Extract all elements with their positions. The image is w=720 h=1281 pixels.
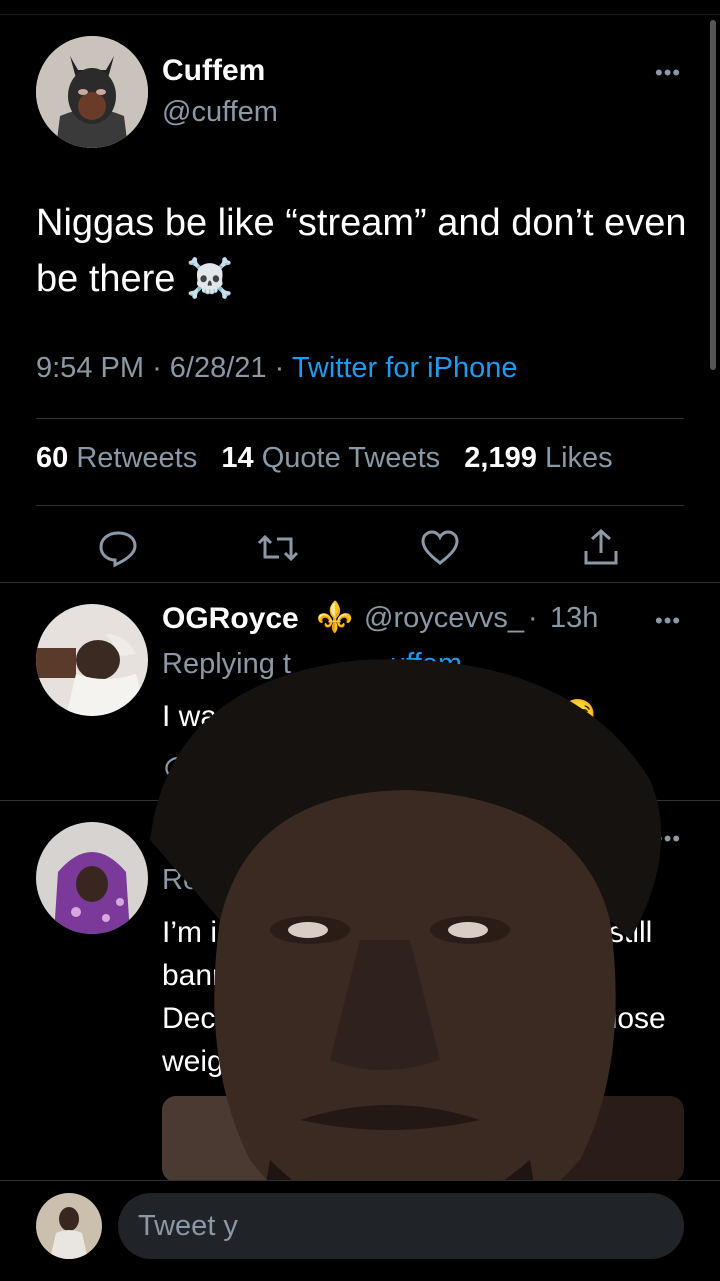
reply-author-name[interactable]: OGRoyce <box>162 602 299 636</box>
retweets-label: Retweets <box>76 442 198 474</box>
meta-separator: · <box>274 352 292 384</box>
tweet-date: 6/28/21 <box>169 352 267 384</box>
likes-count: 2,199 <box>464 442 537 474</box>
divider <box>0 582 720 583</box>
my-avatar[interactable] <box>36 1193 102 1259</box>
tweet-source[interactable]: Twitter for iPhone <box>292 352 518 384</box>
reply-dot: · <box>528 602 538 634</box>
author-avatar[interactable] <box>36 36 148 148</box>
likes-stat[interactable]: 2,199 Likes <box>464 442 612 474</box>
meta-separator: · <box>152 352 170 384</box>
compose-bar: Tweet y <box>0 1180 720 1281</box>
author-name[interactable]: Cuffem <box>162 54 265 88</box>
like-icon[interactable] <box>417 525 463 571</box>
top-divider <box>0 14 720 15</box>
retweet-icon[interactable] <box>255 525 301 571</box>
author-avatar-image <box>36 36 148 148</box>
tweet-stats: 60 Retweets 14 Quote Tweets 2,199 Likes <box>36 442 613 475</box>
tweet-meta: 9:54 PM · 6/28/21 · Twitter for iPhone <box>36 352 517 385</box>
reply-icon[interactable] <box>95 525 141 571</box>
share-icon[interactable] <box>578 525 624 571</box>
more-icon[interactable]: ••• <box>655 60 681 86</box>
more-icon[interactable]: ••• <box>655 608 681 634</box>
reply-age: 13h <box>550 602 599 634</box>
my-avatar-image <box>36 1193 102 1259</box>
tweet-actions <box>0 525 720 571</box>
reply-author-handle[interactable]: @roycevvs_ <box>364 602 524 635</box>
author-handle[interactable]: @cuffem <box>162 96 278 129</box>
tweet-text: Niggas be like “stream” and don’t even b… <box>36 202 687 300</box>
scrollbar[interactable] <box>710 20 716 370</box>
tweet-time: 9:54 PM <box>36 352 144 384</box>
tweet-reply-placeholder: Tweet y <box>138 1210 238 1242</box>
quotes-count: 14 <box>221 442 254 474</box>
likes-label: Likes <box>544 442 613 474</box>
divider <box>36 418 684 419</box>
divider <box>36 505 684 506</box>
tweet-reply-input[interactable]: Tweet y <box>118 1193 684 1259</box>
fleur-de-lis-icon: ⚜️ <box>316 601 354 634</box>
retweets-count: 60 <box>36 442 69 474</box>
retweets-stat[interactable]: 60 Retweets <box>36 442 197 474</box>
quotes-stat[interactable]: 14 Quote Tweets <box>221 442 440 474</box>
quotes-label: Quote Tweets <box>261 442 441 474</box>
